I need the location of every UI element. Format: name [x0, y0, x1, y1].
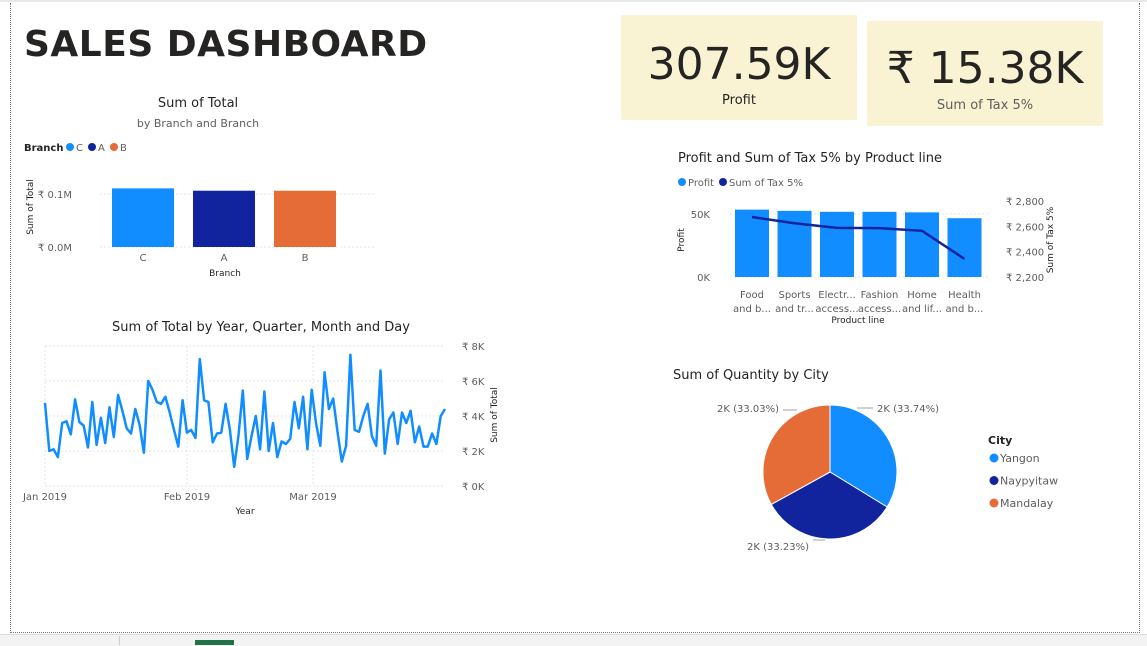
x-tick-label: Mar 2019 [289, 492, 337, 503]
x-tick-label: A [221, 253, 228, 264]
city-pie-title: Sum of Quantity by City [673, 368, 829, 383]
product-line-chart[interactable]: Profit and Sum of Tax 5% by Product line… [670, 145, 1070, 330]
branch-bars[interactable]: CAB [112, 188, 336, 264]
legend-marker-naypyitaw [989, 476, 999, 485]
legend-marker-tax [719, 178, 727, 186]
bar-c[interactable] [112, 188, 174, 247]
x-tick-label: Health [948, 290, 981, 301]
city-legend-title: City [988, 434, 1012, 447]
legend-marker-yangon [989, 453, 999, 463]
profit-bar[interactable] [947, 218, 982, 277]
time-series-chart[interactable]: Sum of Total by Year, Quarter, Month and… [20, 315, 510, 525]
x-tick-label: B [302, 253, 309, 264]
branch-chart-subtitle: by Branch and Branch [137, 117, 259, 130]
x-tick-label: Food [740, 290, 764, 301]
branch-legend-label: C [76, 143, 83, 154]
branch-legend-label: B [120, 143, 127, 154]
x-tick-label: Home [907, 290, 937, 301]
x-tick-label: access... [858, 304, 901, 315]
y-tick-label: 50K [691, 210, 711, 221]
x-tick-label: Electr... [818, 290, 855, 301]
time-series-title: Sum of Total by Year, Quarter, Month and… [112, 320, 410, 335]
x-tick-label: and tr... [775, 304, 814, 315]
tab-divider [119, 636, 120, 645]
pie-data-label: 2K (33.74%) [877, 404, 939, 415]
y-tick-label: ₹ 4K [462, 412, 485, 423]
branch-chart-title: Sum of Total [158, 96, 238, 111]
x-tick-label: and lif... [902, 304, 942, 315]
profit-value: 307.59K [647, 39, 831, 90]
x-tick-label: Fashion [861, 290, 899, 301]
profit-card[interactable]: 307.59K Profit [621, 15, 857, 120]
pie-data-label: 2K (33.03%) [717, 404, 779, 415]
x-tick-label: access... [815, 304, 858, 315]
profit-bar[interactable] [862, 211, 897, 277]
product-line-x-ticks: Foodand b...Sportsand tr...Electr...acce… [733, 290, 983, 315]
x-tick-label: and b... [946, 304, 984, 315]
legend-label-profit: Profit [688, 178, 714, 189]
branch-legend-label: A [98, 143, 105, 154]
y-tick-label: ₹ 2K [462, 447, 485, 458]
time-series-x-axis-label: Year [234, 507, 254, 517]
branch-legend[interactable]: CAB [66, 143, 127, 154]
branch-y-axis-label: Sum of Total [26, 179, 36, 235]
x-tick-label: Jan 2019 [22, 492, 67, 503]
tax-card[interactable]: ₹ 15.38K Sum of Tax 5% [867, 21, 1103, 126]
y-tick-label: ₹ 8K [462, 342, 485, 353]
x-tick-label: Feb 2019 [164, 492, 210, 503]
bar-b[interactable] [274, 190, 336, 247]
y-tick-label: ₹ 0.0M [38, 243, 72, 254]
tax-label: Sum of Tax 5% [936, 98, 1034, 113]
legend-label-mandalay: Mandalay [1000, 497, 1054, 510]
tax-value: ₹ 15.38K [886, 43, 1084, 94]
profit-bar[interactable] [820, 211, 854, 277]
branch-x-axis-label: Branch [209, 269, 241, 279]
y-tick-label: 0K [697, 273, 710, 284]
top-border [0, 0, 1147, 2]
pie-slices[interactable] [762, 404, 898, 540]
product-line-title: Profit and Sum of Tax 5% by Product line [678, 151, 942, 166]
legend-label-naypyitaw: Naypyitaw [1000, 475, 1058, 488]
profit-bar[interactable] [905, 212, 939, 277]
legend-label-yangon: Yangon [999, 452, 1040, 465]
page-title: SALES DASHBOARD [24, 24, 428, 65]
bar-a[interactable] [193, 190, 255, 247]
x-tick-label: C [140, 253, 147, 264]
product-line-y2-axis-label: Sum of Tax 5% [1046, 206, 1056, 273]
time-series-y-axis-label: Sum of Total [490, 387, 500, 443]
product-line-y-axis-label: Profit [677, 228, 687, 252]
product-line-legend[interactable]: Profit Sum of Tax 5% [678, 178, 803, 189]
legend-marker-mandalay [989, 498, 999, 508]
city-legend[interactable]: Yangon Naypyitaw Mandalay [989, 452, 1059, 510]
active-page-tab[interactable] [195, 640, 234, 645]
city-pie-chart[interactable]: Sum of Quantity by City 2K (33.74%) 2K (3… [665, 360, 1085, 560]
pie-data-label: 2K (33.23%) [747, 542, 809, 553]
legend-marker-profit [678, 178, 686, 186]
y2-tick-label: ₹ 2,600 [1006, 222, 1044, 233]
branch-chart[interactable]: Sum of Total by Branch and Branch Branch… [20, 92, 390, 282]
y2-tick-label: ₹ 2,200 [1006, 273, 1044, 284]
legend-label-tax: Sum of Tax 5% [729, 178, 803, 189]
branch-legend-marker [66, 143, 74, 151]
y2-tick-label: ₹ 2,800 [1006, 197, 1044, 208]
x-tick-label: and b... [733, 304, 771, 315]
branch-legend-marker [88, 143, 96, 151]
product-line-x-axis-label: Product line [831, 316, 885, 326]
y2-tick-label: ₹ 2,400 [1006, 248, 1044, 259]
page-tab-bar [0, 634, 1147, 646]
branch-legend-title: Branch [24, 143, 63, 154]
branch-legend-marker [110, 143, 118, 151]
y-tick-label: ₹ 0.1M [38, 190, 72, 201]
y-tick-label: ₹ 6K [462, 377, 485, 388]
profit-label: Profit [722, 93, 756, 108]
y-tick-label: ₹ 0K [462, 482, 485, 493]
x-tick-label: Sports [778, 290, 810, 301]
time-series-line[interactable] [43, 353, 447, 469]
